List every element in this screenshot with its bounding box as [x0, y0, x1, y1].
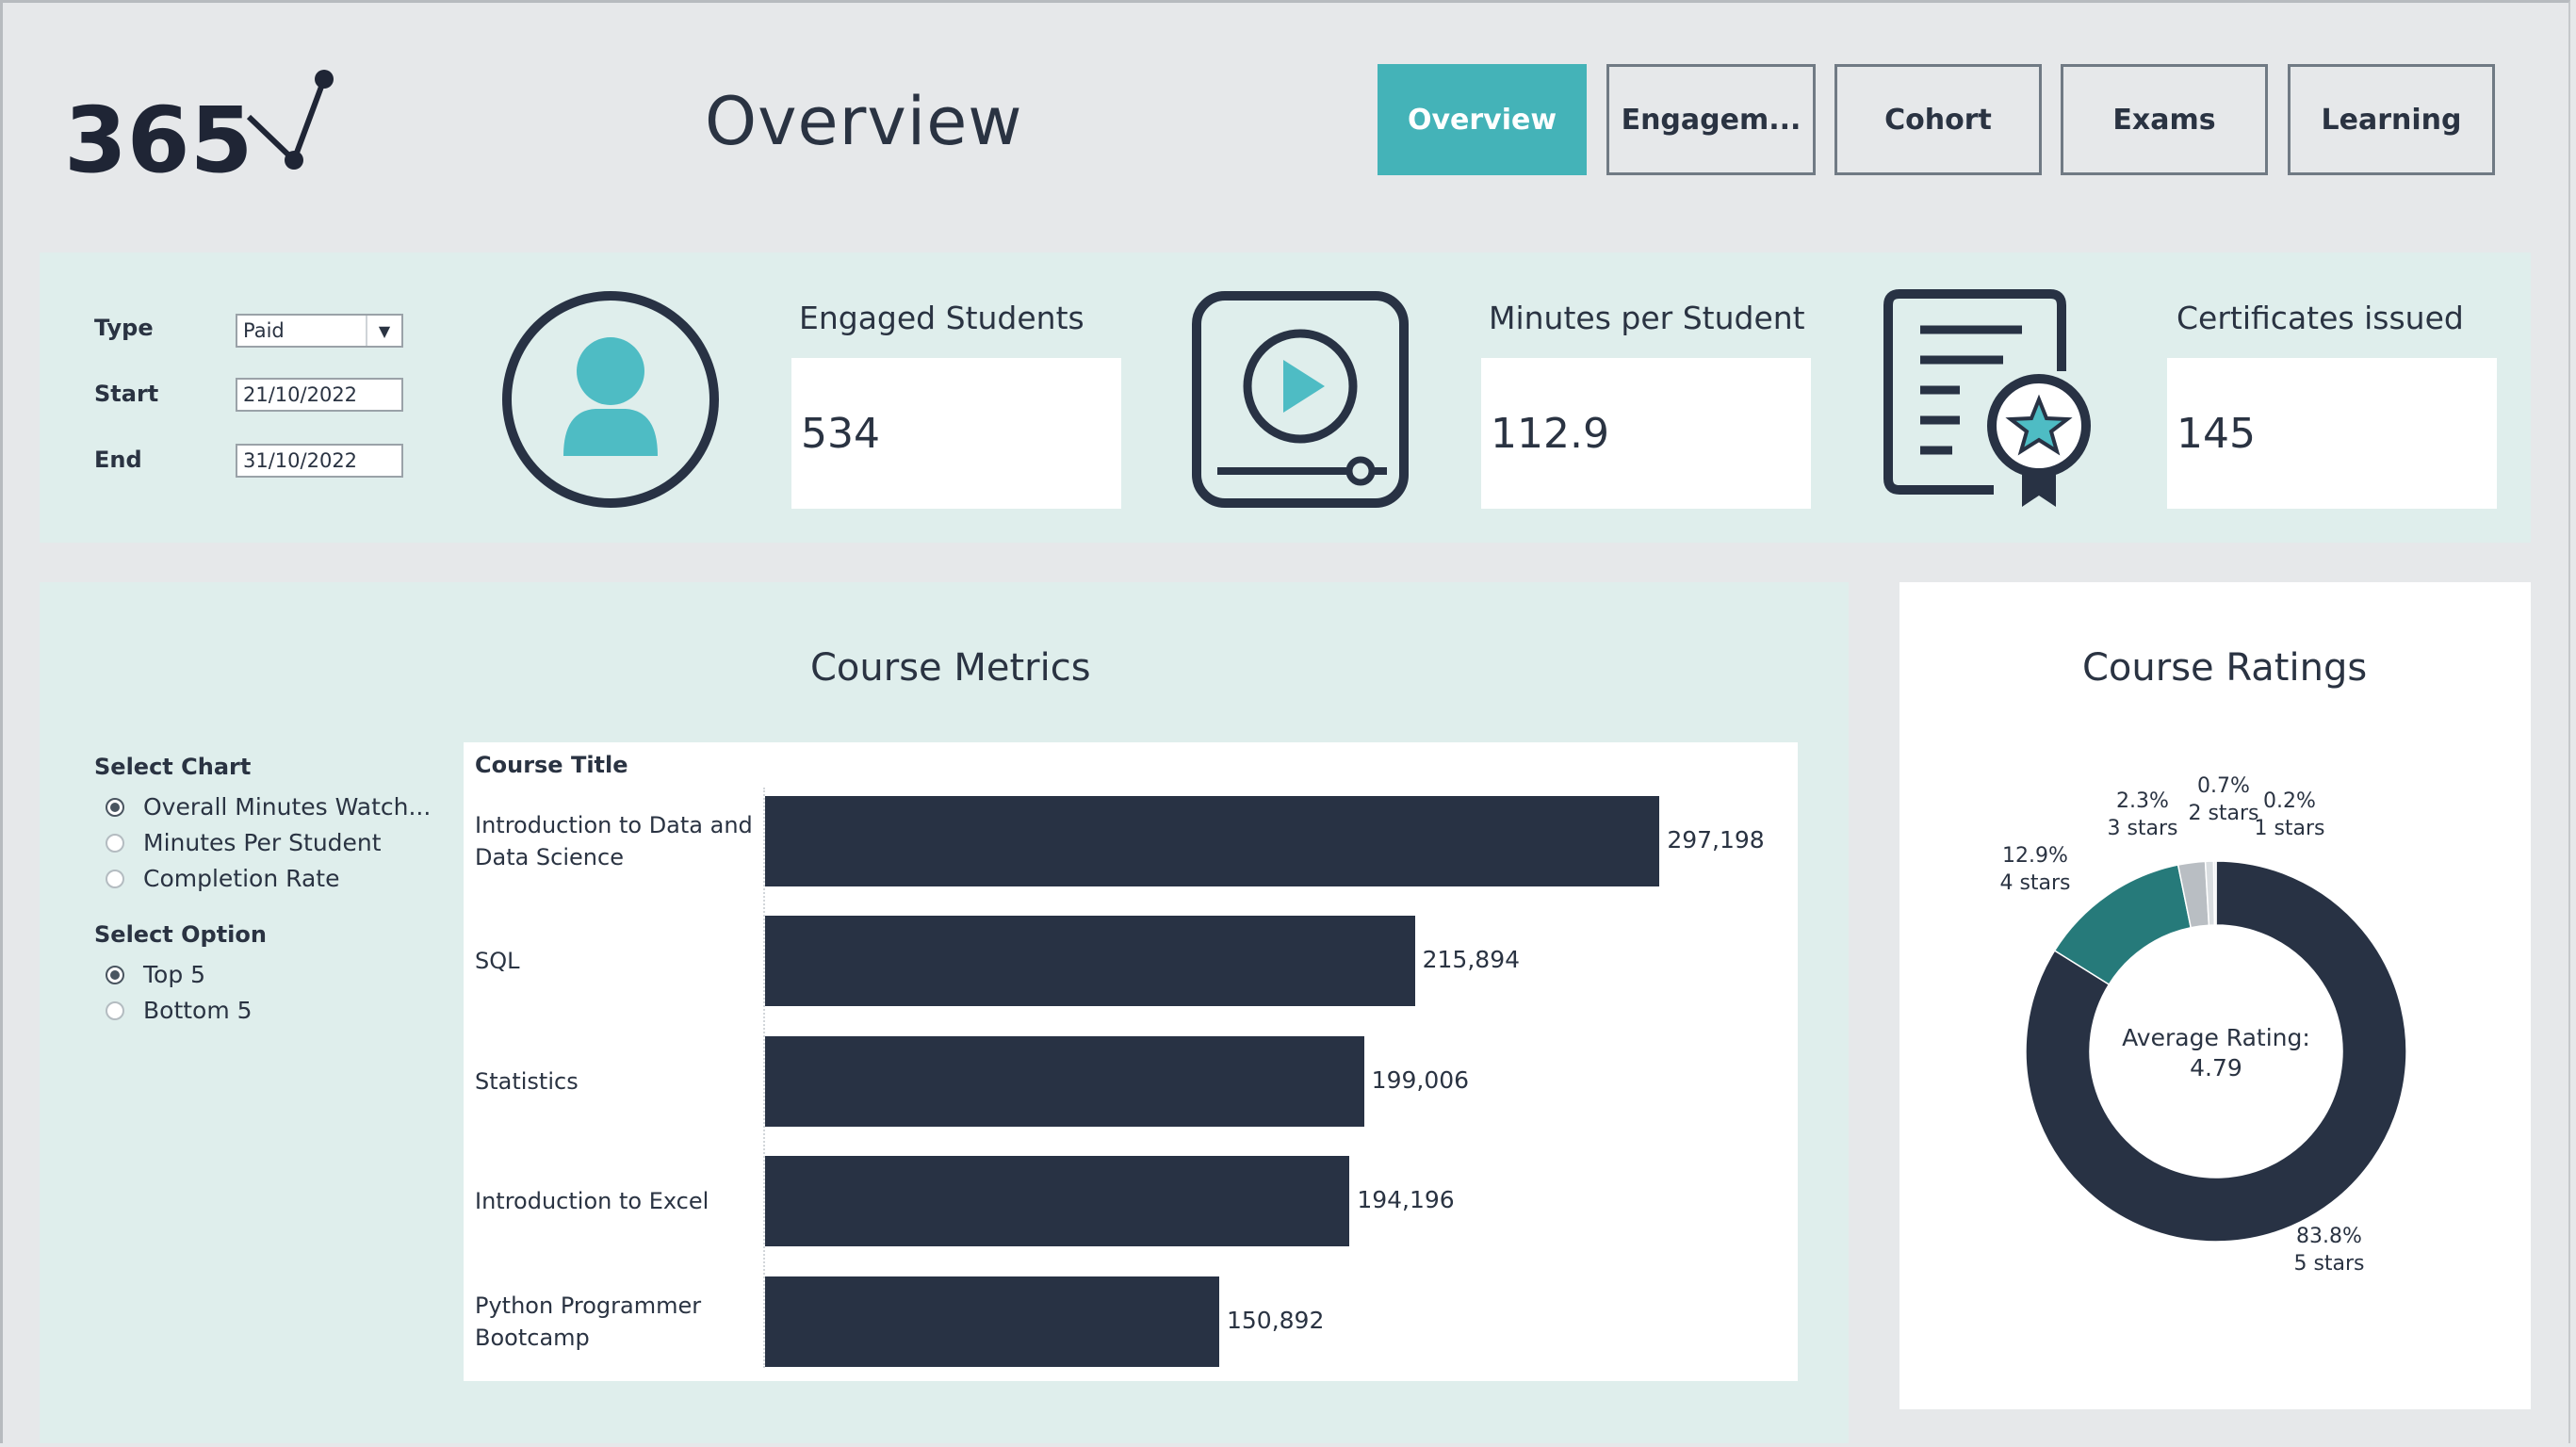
radio-selected: [106, 797, 124, 817]
end-date-input[interactable]: 31/10/2022: [236, 444, 403, 478]
select-chart-label: Select Chart: [94, 754, 252, 780]
bar[interactable]: [765, 1156, 1350, 1246]
average-rating: Average Rating: 4.79: [2101, 1023, 2331, 1083]
bar-category-label: SQL: [475, 948, 520, 974]
bar[interactable]: [765, 796, 1660, 886]
start-date-value: 21/10/2022: [243, 383, 358, 406]
logo-365: 365: [64, 70, 334, 179]
bar[interactable]: [765, 1276, 1219, 1367]
chart-option-completion-rate[interactable]: Completion Rate: [106, 865, 339, 892]
type-label: Type: [94, 315, 154, 341]
chart-option-label: Completion Rate: [143, 865, 340, 892]
tab-learning[interactable]: Learning: [2288, 64, 2495, 175]
radio-unselected: [106, 833, 124, 853]
chart-option-label: Minutes Per Student: [143, 829, 382, 856]
bar[interactable]: [765, 1036, 1364, 1127]
course-metrics-title: Course Metrics: [810, 646, 1091, 690]
chart-option-minutes-per-student[interactable]: Minutes Per Student: [106, 829, 382, 856]
option-top-5[interactable]: Top 5: [106, 961, 205, 988]
type-dropdown[interactable]: Paid ▼: [236, 314, 403, 348]
kpi-minutes-per-student-title: Minutes per Student: [1489, 300, 1805, 336]
chart-option-overall-minutes[interactable]: Overall Minutes Watch...: [106, 793, 431, 821]
kpi-minutes-per-student-value: 112.9: [1481, 358, 1811, 509]
kpi-engaged-students-value: 534: [791, 358, 1121, 509]
type-dropdown-value: Paid: [243, 319, 285, 342]
column-header-course-title: Course Title: [475, 752, 628, 778]
video-player-icon: [1192, 291, 1409, 508]
bar-value-label: 194,196: [1357, 1186, 1455, 1213]
chevron-down-icon: ▼: [366, 316, 401, 346]
tab-cohort[interactable]: Cohort: [1834, 64, 2042, 175]
page-title: Overview: [705, 83, 1023, 160]
bar-category-label: Python Programmer Bootcamp: [475, 1293, 702, 1351]
kpi-certificates-value: 145: [2167, 358, 2497, 509]
bar-category-label: Introduction to Data and Data Science: [475, 812, 753, 870]
donut-slice[interactable]: [2212, 861, 2217, 926]
donut-slice-label: 12.9% 4 stars: [1999, 844, 2071, 895]
tab-engagement-label: Engagem...: [1621, 103, 1802, 137]
start-date-input[interactable]: 21/10/2022: [236, 378, 403, 412]
bar-category-label: Introduction to Excel: [475, 1188, 709, 1214]
bar-value-label: 199,006: [1371, 1066, 1470, 1094]
bar-value-label: 150,892: [1226, 1307, 1325, 1334]
chart-option-label: Overall Minutes Watch...: [143, 793, 432, 821]
tab-learning-label: Learning: [2321, 103, 2462, 137]
course-ratings-title: Course Ratings: [2082, 646, 2368, 690]
donut-slice-label: 83.8% 5 stars: [2293, 1225, 2365, 1276]
kpi-engaged-students-title: Engaged Students: [799, 300, 1084, 336]
bar-value-label: 297,198: [1667, 826, 1765, 854]
end-date-value: 31/10/2022: [243, 449, 358, 472]
certificate-icon: [1883, 289, 2091, 507]
option-label: Bottom 5: [143, 997, 253, 1024]
select-option-label: Select Option: [94, 921, 267, 948]
tab-overview[interactable]: Overview: [1378, 64, 1587, 175]
bar-category-label: Statistics: [475, 1068, 579, 1095]
radio-unselected: [106, 869, 124, 888]
user-icon: [502, 291, 719, 508]
bar[interactable]: [765, 916, 1415, 1006]
radio-selected: [106, 965, 124, 984]
tab-exams-label: Exams: [2112, 103, 2216, 137]
tab-overview-label: Overview: [1407, 103, 1557, 137]
end-label: End: [94, 447, 142, 473]
average-rating-value: 4.79: [2190, 1054, 2242, 1081]
tab-exams[interactable]: Exams: [2061, 64, 2268, 175]
kpi-certificates-title: Certificates issued: [2177, 300, 2464, 336]
donut-slice-label: 0.2% 1 stars: [2254, 789, 2325, 840]
tab-cohort-label: Cohort: [1884, 103, 1992, 137]
tab-engagement[interactable]: Engagem...: [1606, 64, 1816, 175]
bar-value-label: 215,894: [1422, 946, 1521, 973]
option-label: Top 5: [143, 961, 206, 988]
average-rating-label: Average Rating:: [2122, 1024, 2310, 1051]
option-bottom-5[interactable]: Bottom 5: [106, 997, 253, 1024]
start-label: Start: [94, 381, 159, 407]
logo-text: 365: [64, 88, 253, 179]
radio-unselected: [106, 1000, 124, 1020]
